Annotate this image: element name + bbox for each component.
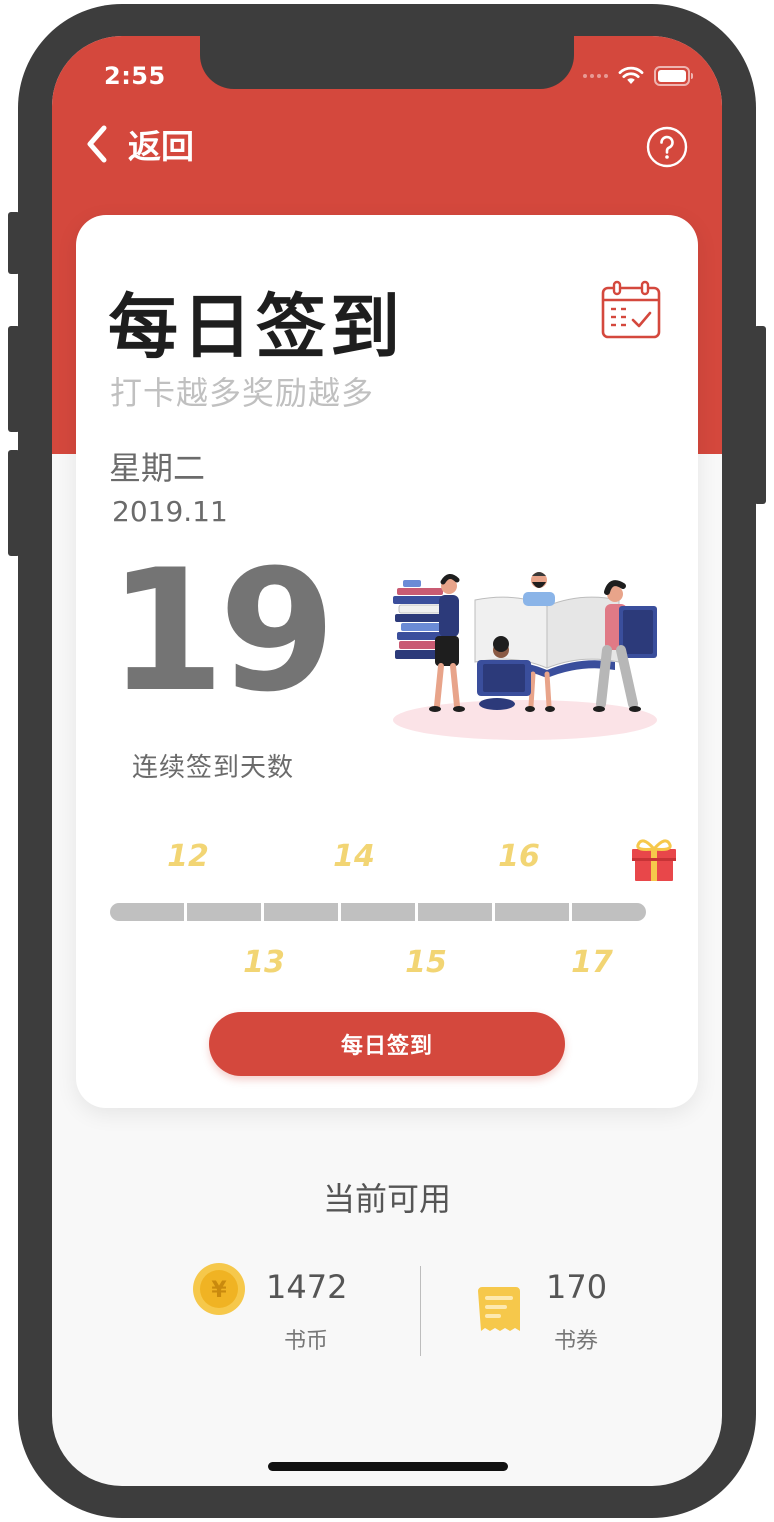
progress-segment-divider [338, 903, 341, 921]
day-number: 19 [108, 533, 336, 729]
svg-text:¥: ¥ [211, 1278, 227, 1303]
progress-segment-divider [261, 903, 264, 921]
streak-label: 连续签到天数 [132, 753, 295, 783]
battery-icon [654, 66, 693, 86]
weekday-label: 星期二 [109, 449, 206, 487]
voucher-icon [478, 1287, 520, 1331]
coins-value: 1472 [266, 1268, 348, 1306]
signal-icon [583, 74, 608, 78]
daily-checkin-button[interactable]: 每日签到 [209, 1012, 565, 1076]
progress-day-label: 14 [333, 839, 375, 874]
progress-day-label: 17 [571, 945, 613, 980]
back-chevron-icon [87, 125, 107, 163]
calendar-check-icon[interactable] [600, 279, 662, 341]
status-time: 2:55 [104, 62, 166, 90]
status-icons [583, 66, 694, 86]
progress-day-label: 13 [243, 945, 285, 980]
progress-day-label: 16 [498, 839, 540, 874]
gift-icon [632, 839, 676, 881]
page-subtitle: 打卡越多奖励越多 [110, 374, 375, 412]
available-title: 当前可用 [322, 1180, 451, 1218]
progress-segment-divider [492, 903, 495, 921]
coins-label: 书币 [284, 1329, 329, 1354]
page-title: 每日签到 [108, 286, 404, 368]
coin-icon: ¥ [193, 1263, 245, 1315]
checkin-progress-bar [110, 903, 646, 921]
help-circle-icon[interactable] [646, 126, 688, 168]
stats-divider [420, 1266, 421, 1356]
reading-people-illustration [393, 572, 657, 740]
progress-segment-divider [415, 903, 418, 921]
back-label: 返回 [128, 127, 194, 166]
back-button[interactable]: 返回 [84, 120, 194, 168]
vouchers-value: 170 [546, 1268, 608, 1306]
phone-screen: 2:55 返回 每日签到 打卡越多奖励越多 星期二 2019.11 19 连续签… [52, 36, 722, 1486]
notch [200, 36, 574, 89]
progress-segment-divider [184, 903, 187, 921]
progress-day-label: 12 [167, 839, 209, 874]
vouchers-label: 书券 [554, 1329, 599, 1354]
progress-day-label: 15 [405, 945, 447, 980]
year-month-label: 2019.11 [112, 495, 228, 528]
checkin-card: 每日签到 打卡越多奖励越多 星期二 2019.11 19 连续签到天数 12 1… [76, 215, 698, 1108]
wifi-icon [618, 66, 644, 84]
home-indicator [268, 1462, 508, 1471]
progress-segment-divider [569, 903, 572, 921]
